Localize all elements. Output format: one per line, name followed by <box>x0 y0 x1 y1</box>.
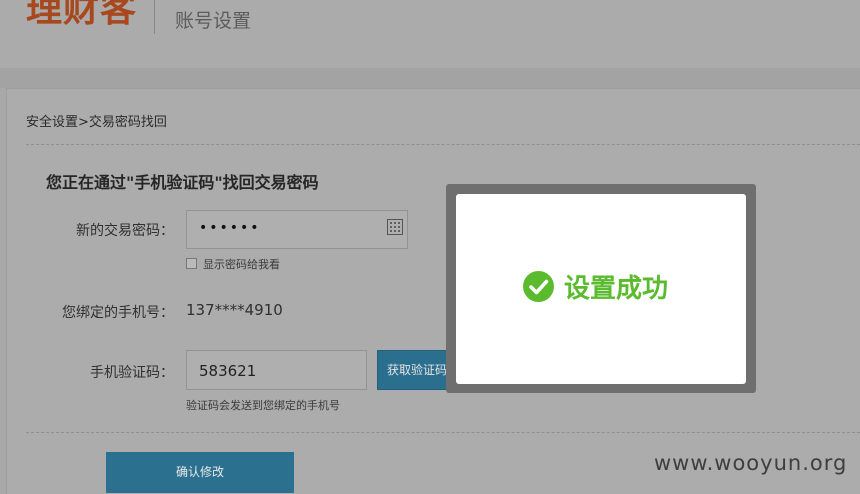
header-gap <box>0 68 860 88</box>
page-title: 账号设置 <box>175 10 252 32</box>
show-password-checkbox[interactable] <box>186 258 197 269</box>
code-label: 手机验证码： <box>90 365 174 381</box>
phone-value: 137****4910 <box>186 301 283 319</box>
new-password-input[interactable]: •••••• <box>186 210 408 249</box>
header-divider <box>154 0 155 34</box>
top-header: 理财客 账号设置 <box>0 0 860 68</box>
code-hint: 验证码会发送到您绑定的手机号 <box>186 399 340 412</box>
breadcrumb[interactable]: 安全设置>交易密码找回 <box>26 111 167 130</box>
breadcrumb-divider <box>26 144 860 145</box>
password-mask: •••••• <box>199 220 261 236</box>
logo[interactable]: 理财客 <box>26 0 137 34</box>
form-heading: 您正在通过"手机验证码"找回交易密码 <box>46 173 319 192</box>
form-divider <box>26 432 860 433</box>
keyboard-icon[interactable] <box>387 219 403 235</box>
show-password-label[interactable]: 显示密码给我看 <box>203 256 280 272</box>
get-code-button[interactable]: 获取验证码 <box>377 350 457 390</box>
phone-label: 您绑定的手机号： <box>62 305 174 321</box>
code-value: 583621 <box>199 362 257 380</box>
confirm-button[interactable]: 确认修改 <box>106 452 294 493</box>
new-password-label: 新的交易密码： <box>76 223 174 239</box>
success-modal: 设置成功 <box>456 194 746 384</box>
check-circle-icon <box>523 271 554 302</box>
watermark: www.wooyun.org <box>654 451 848 475</box>
success-row: 设置成功 <box>523 268 668 305</box>
code-input[interactable]: 583621 <box>186 350 367 390</box>
success-message: 设置成功 <box>564 274 669 304</box>
